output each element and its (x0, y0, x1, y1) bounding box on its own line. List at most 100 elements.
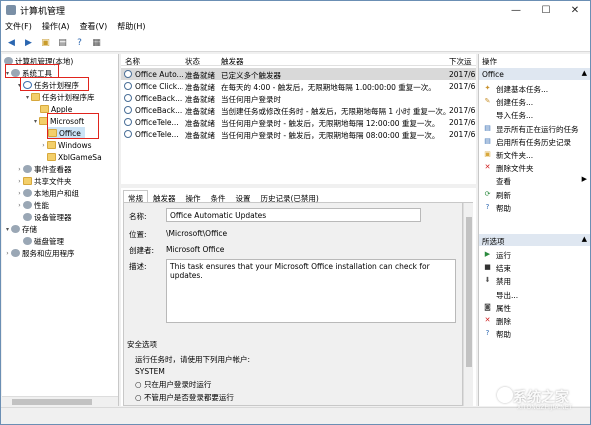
menu-file[interactable]: 文件(F) (5, 21, 32, 32)
collapse-chevron-icon[interactable]: ▲ (582, 235, 587, 243)
task-row[interactable]: Office Click... 准备就绪 在每天的 4:00 - 触发后，无限期地每… (121, 80, 476, 92)
computer-management-icon (6, 5, 16, 15)
menu-action[interactable]: 操作(A) (42, 21, 70, 32)
description-field[interactable]: This task ensures that your Microsoft Of… (166, 259, 456, 323)
maximize-button[interactable]: ☐ (531, 1, 561, 19)
device-manager-icon (23, 213, 32, 221)
office-action-item[interactable]: 查看 ▶ (479, 174, 590, 186)
task-row[interactable]: OfficeBack... 准备就绪 当任何用户登录时 (121, 92, 476, 104)
office-action-item[interactable]: ▤ 启用所有任务历史记录 (479, 135, 590, 147)
run-as-label: 运行任务时，请使用下列用户帐户: (135, 355, 251, 364)
tree-device-manager[interactable]: 设备管理器 (23, 211, 72, 223)
column-status[interactable]: 状态 (185, 56, 200, 67)
new-folder-icon: ▣ (484, 150, 491, 158)
show-hide-tree-icon[interactable]: ▤ (56, 36, 69, 49)
up-folder-icon[interactable]: ▣ (39, 36, 52, 49)
help-icon[interactable]: ? (73, 36, 86, 49)
window-title: 计算机管理 (20, 6, 66, 17)
tab-settings[interactable]: 设置 (231, 190, 256, 203)
expand-chevron-icon[interactable]: › (40, 142, 47, 149)
office-action-item[interactable]: ▣ 新文件夹... (479, 148, 590, 160)
action-label: 结束 (496, 264, 511, 274)
name-label: 名称: (129, 212, 147, 221)
tab-general[interactable]: 常规 (123, 190, 148, 203)
action-label: 创建基本任务... (496, 85, 549, 94)
tree-services-apps[interactable]: › 服务和应用程序 (4, 247, 74, 259)
selected-action-item[interactable]: ? 帮助 (479, 327, 590, 339)
run-icon: ▶ (484, 250, 491, 258)
properties-icon: ◙ (484, 302, 491, 311)
office-action-item[interactable]: ✎ 创建任务... (479, 95, 590, 107)
tree-horizontal-scrollbar[interactable] (2, 396, 118, 406)
actions-section-office[interactable]: Office ▲ (479, 68, 590, 80)
tree-shared-folders[interactable]: › 共享文件夹 (16, 175, 71, 187)
action-label: 启用所有任务历史记录 (496, 137, 571, 147)
task-status-icon (124, 118, 132, 126)
run-whether-logged-on-radio[interactable]: ○ 不管用户是否登录都要运行 (135, 392, 234, 403)
minimize-button[interactable]: — (501, 1, 531, 19)
collapse-chevron-icon[interactable]: ▾ (4, 226, 11, 233)
tab-history[interactable]: 历史记录(已禁用) (256, 190, 324, 203)
office-action-item[interactable]: ▤ 显示所有正在运行的任务 (479, 122, 590, 134)
collapse-chevron-icon[interactable]: ▾ (32, 118, 39, 125)
expand-chevron-icon[interactable]: › (16, 178, 23, 185)
column-trigger[interactable]: 触发器 (221, 56, 244, 67)
menu-view[interactable]: 查看(V) (80, 21, 108, 32)
selected-action-item[interactable]: ⬇ 禁用 (479, 274, 590, 286)
scrollbar-thumb[interactable] (466, 217, 472, 367)
selected-action-item[interactable]: ■ 结束 (479, 261, 590, 273)
selected-action-item[interactable]: ◙ 属性 (479, 301, 590, 313)
actions-section-office-label: Office (482, 70, 504, 79)
expand-chevron-icon[interactable]: › (16, 190, 23, 197)
tree-task-library[interactable]: ▾ 任务计划程序库 (24, 91, 95, 103)
office-action-item[interactable]: ✕ 删除文件夹 (479, 161, 590, 173)
tree-storage[interactable]: ▾ 存储 (4, 223, 37, 235)
actions-section-selected[interactable]: 所选项 ▲ (479, 234, 590, 246)
office-action-item[interactable]: ? 帮助 (479, 201, 590, 213)
task-row[interactable]: OfficeBack... 准备就绪 当创建任务或修改任务时 - 触发后，无限期地每… (121, 104, 476, 116)
collapse-chevron-icon[interactable]: ▲ (582, 69, 587, 77)
tab-triggers[interactable]: 触发器 (148, 190, 181, 203)
expand-chevron-icon[interactable]: › (4, 250, 11, 257)
pane-splitter[interactable] (121, 184, 476, 188)
task-row[interactable]: OfficeTele... 准备就绪 当任何用户登录时 - 触发后，无限期地每隔 1… (121, 116, 476, 128)
action-label: 创建任务... (496, 98, 534, 108)
tab-actions[interactable]: 操作 (181, 190, 206, 203)
selected-action-item[interactable]: ✕ 删除 (479, 314, 590, 326)
selected-action-item[interactable]: ▶ 运行 (479, 248, 590, 260)
action-label: 禁用 (496, 277, 511, 287)
task-name-field[interactable]: Office Automatic Updates (166, 208, 421, 222)
tree-performance[interactable]: › 性能 (16, 199, 49, 211)
column-next-run[interactable]: 下次运 (449, 56, 472, 67)
expand-chevron-icon[interactable]: › (16, 166, 23, 173)
console-view-icon[interactable]: ▦ (90, 36, 103, 49)
expand-chevron-icon[interactable]: › (16, 202, 23, 209)
forward-arrow-icon[interactable]: ▶ (22, 36, 35, 49)
tree-xblgamesave[interactable]: XblGameSa (47, 151, 102, 163)
tree-windows[interactable]: › Windows (40, 139, 91, 151)
tree-disk-management[interactable]: 磁盘管理 (23, 235, 64, 247)
detail-vertical-scrollbar[interactable] (463, 203, 473, 406)
description-label: 描述: (129, 262, 147, 271)
tree-windows-label: Windows (58, 140, 92, 150)
close-button[interactable]: ✕ (560, 1, 590, 19)
task-next-run: 2017/6 (449, 118, 476, 127)
office-action-item[interactable]: 导入任务... (479, 108, 590, 120)
office-action-item[interactable]: ✦ 创建基本任务... (479, 82, 590, 94)
tree-local-users[interactable]: › 本地用户和组 (16, 187, 79, 199)
task-row[interactable]: OfficeTele... 准备就绪 当任何用户登录时 - 触发后，无限期地每隔 0… (121, 128, 476, 140)
delete-folder-icon: ✕ (484, 163, 491, 172)
office-action-item[interactable]: ⟳ 刷新 (479, 188, 590, 200)
scrollbar-thumb[interactable] (12, 399, 92, 405)
run-only-logged-on-radio[interactable]: ○ 只在用户登录时运行 (135, 379, 211, 390)
watermark-logo-icon (497, 387, 513, 403)
performance-icon (23, 201, 32, 209)
menu-help[interactable]: 帮助(H) (117, 21, 145, 32)
tab-conditions[interactable]: 条件 (206, 190, 231, 203)
collapse-chevron-icon[interactable]: ▾ (24, 94, 31, 101)
column-name[interactable]: 名称 (125, 56, 140, 67)
task-row[interactable]: Office Auto... 准备就绪 已定义多个触发器 2017/6 (121, 68, 476, 80)
tree-event-viewer[interactable]: › 事件查看器 (16, 163, 71, 175)
back-arrow-icon[interactable]: ◀ (5, 36, 18, 49)
selected-action-item[interactable]: 导出... (479, 288, 590, 300)
